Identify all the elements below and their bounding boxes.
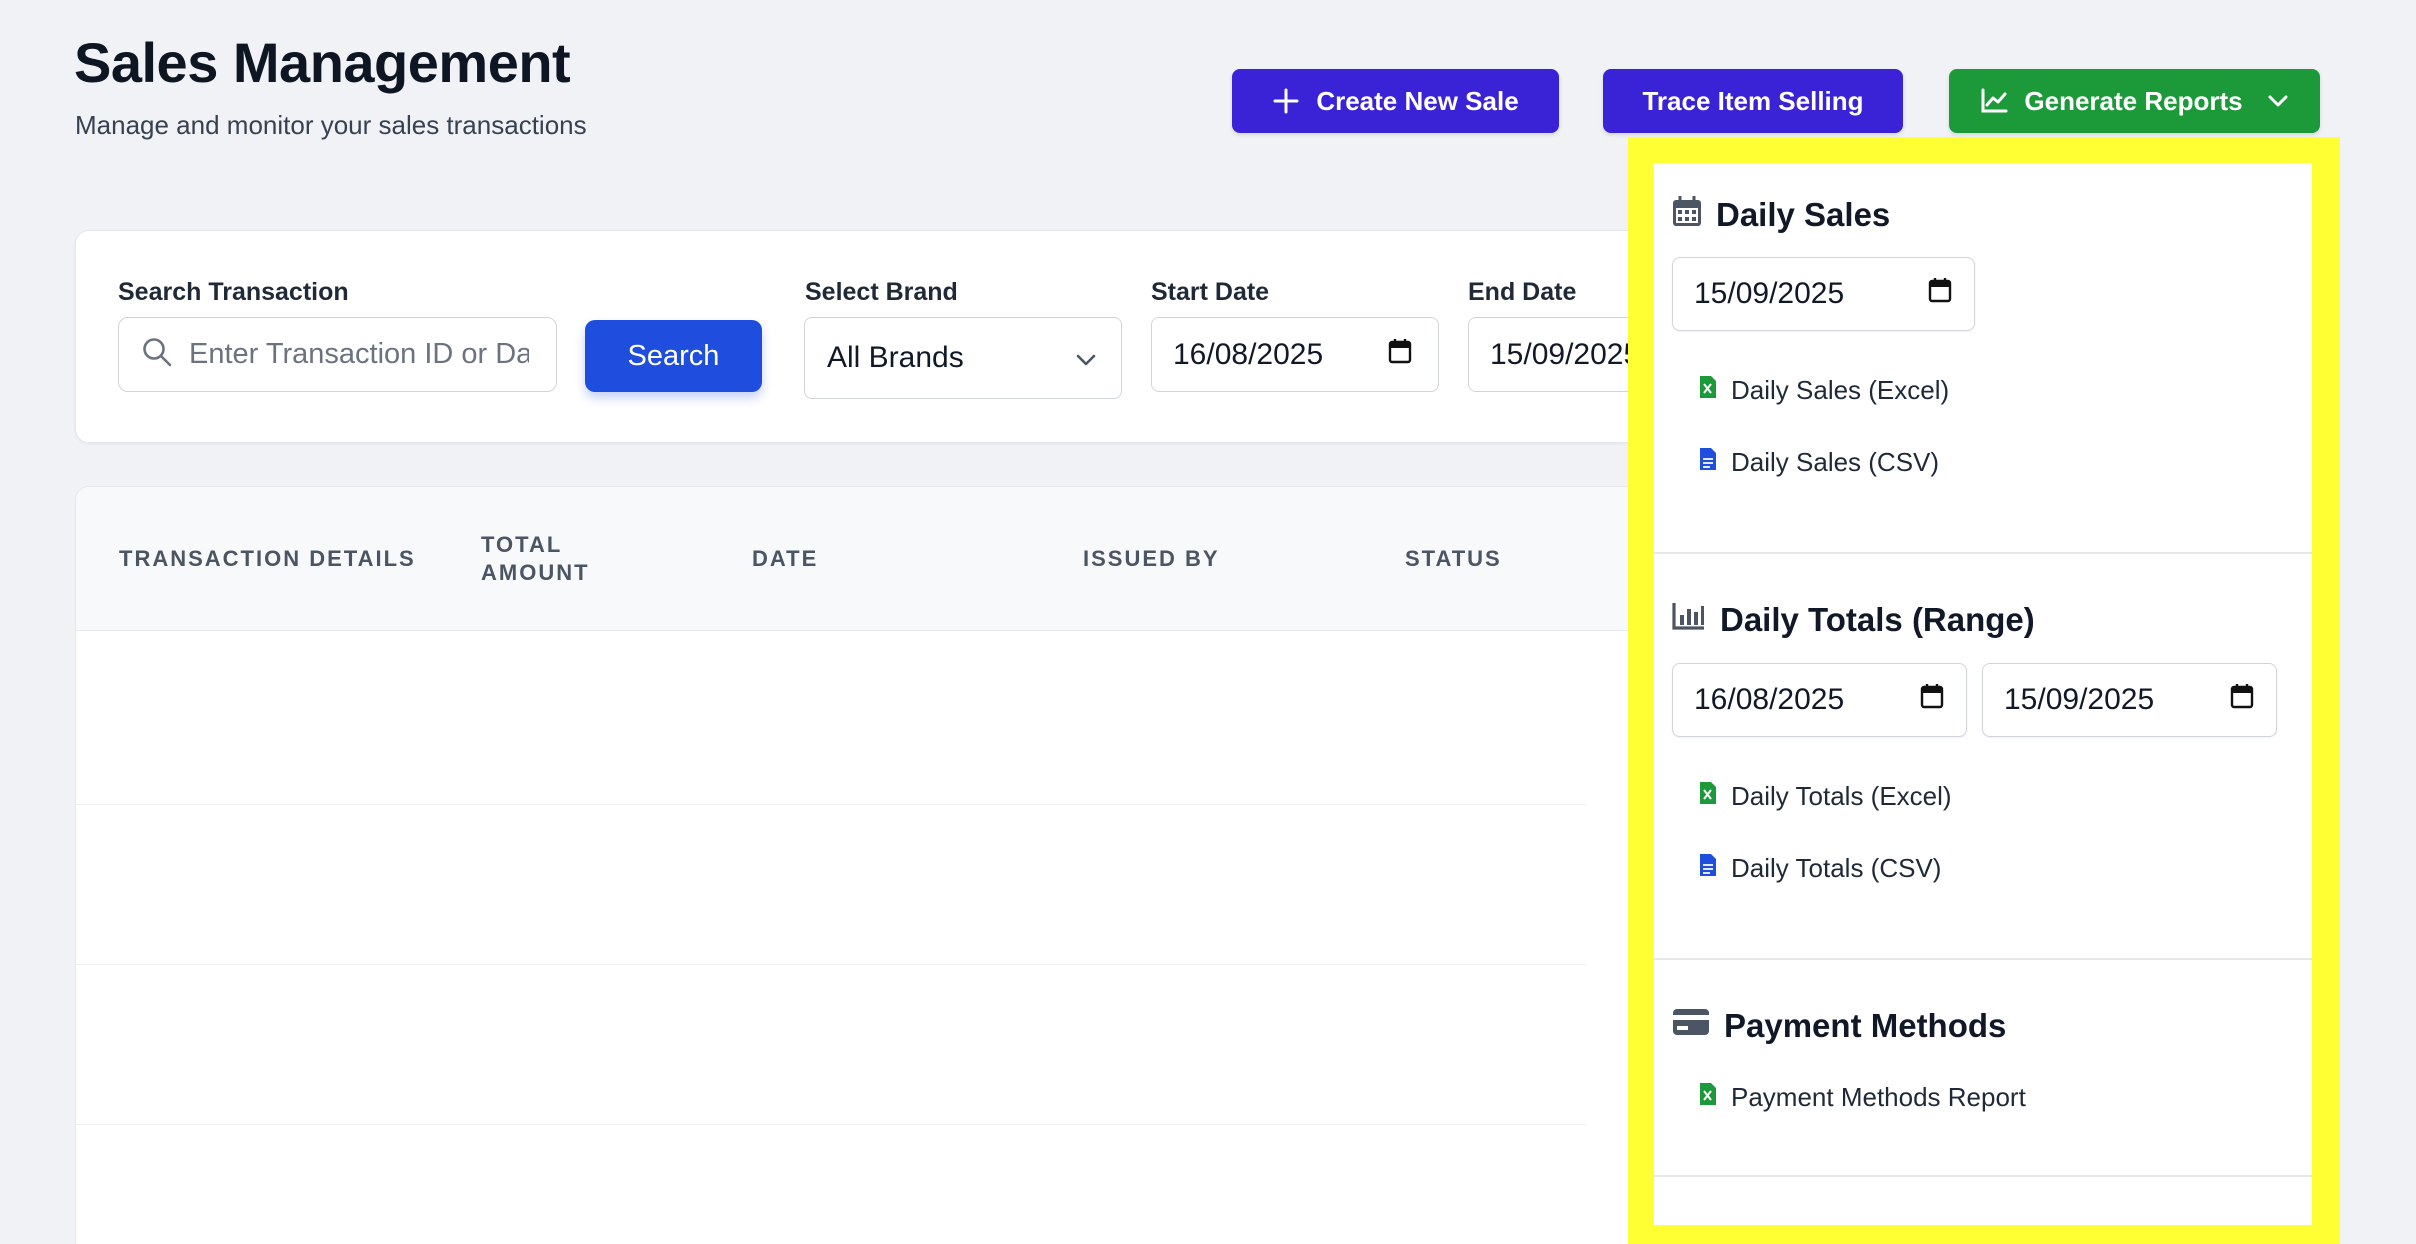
create-new-sale-label: Create New Sale [1316, 85, 1519, 116]
daily-sales-excel-link[interactable]: Daily Sales (Excel) [1699, 375, 1949, 406]
start-date-input[interactable]: 16/08/2025 [1151, 317, 1439, 392]
payment-methods-title: Payment Methods [1724, 1007, 2007, 1044]
credit-card-icon [1672, 1007, 1710, 1045]
trend-chart-icon [1980, 88, 2008, 114]
csv-file-icon [1699, 853, 1717, 884]
daily-totals-start-input[interactable]: 16/08/2025 [1672, 663, 1967, 737]
daily-sales-csv-link[interactable]: Daily Sales (CSV) [1699, 447, 1939, 478]
daily-sales-heading: Daily Sales [1672, 195, 1890, 235]
column-header-issued-by: ISSUED BY [1083, 546, 1220, 571]
search-button[interactable]: Search [585, 320, 762, 392]
end-date-label: End Date [1468, 278, 1577, 306]
page-subtitle: Manage and monitor your sales transactio… [75, 110, 587, 140]
daily-totals-csv-label: Daily Totals (CSV) [1731, 853, 1942, 883]
table-row-divider [76, 1124, 1586, 1125]
csv-file-icon [1699, 447, 1717, 478]
payment-methods-report-label: Payment Methods Report [1731, 1082, 2026, 1112]
calendar-icon [1920, 683, 1944, 717]
daily-sales-date-input[interactable]: 15/09/2025 [1672, 257, 1975, 331]
daily-totals-heading: Daily Totals (Range) [1672, 601, 2035, 639]
daily-sales-date-value: 15/09/2025 [1694, 277, 1845, 310]
table-row-divider [76, 804, 1586, 805]
excel-file-icon [1699, 375, 1717, 406]
reports-dropdown-menu: Daily Sales 15/09/2025 Daily Sales (Exce… [1654, 163, 2312, 1225]
column-header-total-amount: TOTAL AMOUNT [481, 532, 590, 585]
daily-sales-excel-label: Daily Sales (Excel) [1731, 375, 1950, 405]
search-input[interactable] [189, 338, 529, 371]
select-brand-label: Select Brand [805, 278, 958, 306]
end-date-value: 15/09/2025 [1490, 337, 1641, 371]
menu-divider [1654, 958, 2312, 960]
column-header-date: DATE [752, 546, 819, 571]
plus-icon [1272, 87, 1300, 115]
daily-totals-csv-link[interactable]: Daily Totals (CSV) [1699, 853, 1941, 884]
daily-totals-title: Daily Totals (Range) [1720, 601, 2035, 638]
daily-totals-start-value: 16/08/2025 [1694, 683, 1845, 716]
brand-select-value: All Brands [827, 341, 964, 374]
payment-methods-report-link[interactable]: Payment Methods Report [1699, 1082, 2026, 1113]
search-icon [141, 336, 173, 373]
daily-totals-excel-label: Daily Totals (Excel) [1731, 781, 1952, 811]
trace-item-selling-button[interactable]: Trace Item Selling [1603, 69, 1903, 133]
generate-reports-button[interactable]: Generate Reports [1949, 69, 2320, 133]
column-header-transaction-details: TRANSACTION DETAILS [119, 546, 416, 571]
bar-chart-icon [1672, 601, 1706, 639]
calendar-icon [1928, 277, 1952, 311]
daily-sales-title: Daily Sales [1716, 196, 1891, 233]
excel-file-icon [1699, 781, 1717, 812]
calendar-icon [2230, 683, 2254, 717]
menu-divider [1654, 552, 2312, 554]
start-date-value: 16/08/2025 [1173, 337, 1324, 371]
start-date-label: Start Date [1151, 278, 1270, 306]
calendar-icon [1672, 195, 1702, 235]
chevron-down-icon [2267, 94, 2289, 108]
daily-totals-excel-link[interactable]: Daily Totals (Excel) [1699, 781, 1952, 812]
trace-item-selling-label: Trace Item Selling [1642, 85, 1864, 116]
payment-methods-heading: Payment Methods [1672, 1007, 2006, 1045]
daily-totals-end-input[interactable]: 15/09/2025 [1982, 663, 2277, 737]
column-header-status: STATUS [1405, 546, 1502, 571]
search-field[interactable] [118, 317, 557, 392]
daily-sales-csv-label: Daily Sales (CSV) [1731, 447, 1940, 477]
daily-totals-end-value: 15/09/2025 [2004, 683, 2155, 716]
brand-select[interactable]: All Brands [804, 317, 1122, 399]
menu-divider [1654, 1175, 2312, 1177]
calendar-icon [1388, 338, 1412, 372]
search-transaction-label: Search Transaction [118, 278, 349, 306]
chevron-down-icon [1075, 341, 1097, 375]
generate-reports-label: Generate Reports [2024, 85, 2243, 116]
page-title: Sales Management [74, 31, 571, 94]
create-new-sale-button[interactable]: Create New Sale [1232, 69, 1559, 133]
excel-file-icon [1699, 1082, 1717, 1113]
table-row-divider [76, 964, 1586, 965]
